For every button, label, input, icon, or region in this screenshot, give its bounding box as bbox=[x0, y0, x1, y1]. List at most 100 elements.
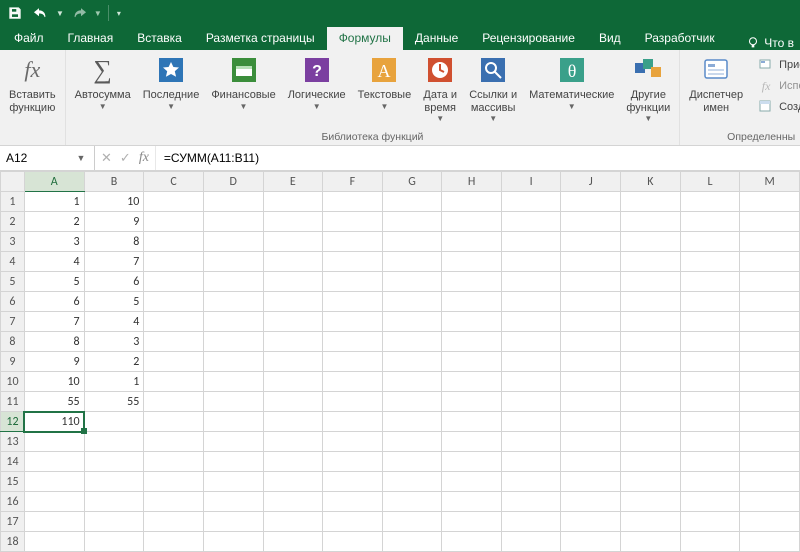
enter-icon[interactable]: ✓ bbox=[120, 150, 131, 166]
cell[interactable] bbox=[323, 372, 383, 392]
cell[interactable] bbox=[203, 452, 263, 472]
cell[interactable] bbox=[501, 452, 561, 472]
cell[interactable]: 5 bbox=[84, 292, 144, 312]
name-box-input[interactable] bbox=[0, 148, 72, 168]
row-header[interactable]: 1 bbox=[1, 192, 25, 212]
row-header[interactable]: 13 bbox=[1, 432, 25, 452]
cell[interactable] bbox=[382, 512, 442, 532]
cell[interactable] bbox=[144, 292, 204, 312]
cell[interactable] bbox=[84, 512, 144, 532]
cell[interactable] bbox=[740, 312, 800, 332]
row-header[interactable]: 2 bbox=[1, 212, 25, 232]
more-functions-button[interactable]: Другие функции ▼ bbox=[621, 52, 675, 124]
cell[interactable] bbox=[621, 372, 681, 392]
cell[interactable] bbox=[621, 532, 681, 552]
cell[interactable] bbox=[323, 512, 383, 532]
name-manager-button[interactable]: Диспетчер имен bbox=[684, 52, 748, 116]
cell[interactable]: 7 bbox=[24, 312, 84, 332]
financial-button[interactable]: Финансовые ▼ bbox=[206, 52, 280, 112]
cell[interactable] bbox=[323, 232, 383, 252]
cancel-icon[interactable]: ✕ bbox=[101, 150, 112, 166]
column-header[interactable]: C bbox=[144, 172, 204, 192]
cell[interactable] bbox=[740, 372, 800, 392]
cell[interactable] bbox=[561, 272, 621, 292]
column-header[interactable]: G bbox=[382, 172, 442, 192]
cell[interactable]: 3 bbox=[24, 232, 84, 252]
cell[interactable] bbox=[84, 452, 144, 472]
cell[interactable] bbox=[442, 432, 502, 452]
cell[interactable] bbox=[740, 192, 800, 212]
use-in-formula-button[interactable]: fx Использо bbox=[756, 77, 800, 95]
redo-dropdown-icon[interactable]: ▼ bbox=[94, 9, 102, 18]
cell[interactable] bbox=[740, 292, 800, 312]
cell[interactable] bbox=[442, 372, 502, 392]
cell[interactable] bbox=[680, 252, 740, 272]
cell[interactable]: 8 bbox=[84, 232, 144, 252]
cell[interactable]: 10 bbox=[24, 372, 84, 392]
name-box-dropdown-icon[interactable]: ▼ bbox=[72, 153, 90, 163]
cell[interactable] bbox=[501, 232, 561, 252]
tell-me[interactable]: Что в bbox=[746, 36, 800, 50]
cell[interactable] bbox=[680, 392, 740, 412]
cell[interactable] bbox=[203, 492, 263, 512]
cell[interactable] bbox=[740, 472, 800, 492]
cell[interactable] bbox=[382, 392, 442, 412]
cell[interactable] bbox=[561, 372, 621, 392]
cell[interactable] bbox=[561, 472, 621, 492]
cell[interactable] bbox=[501, 292, 561, 312]
cell[interactable] bbox=[442, 352, 502, 372]
cell[interactable] bbox=[382, 212, 442, 232]
cell[interactable] bbox=[621, 472, 681, 492]
cell[interactable] bbox=[501, 372, 561, 392]
cell[interactable] bbox=[561, 512, 621, 532]
tab-file[interactable]: Файл bbox=[2, 27, 56, 50]
cell[interactable] bbox=[442, 232, 502, 252]
cell[interactable] bbox=[740, 412, 800, 432]
cell[interactable] bbox=[382, 532, 442, 552]
row-header[interactable]: 11 bbox=[1, 392, 25, 412]
cell[interactable] bbox=[442, 392, 502, 412]
cell[interactable] bbox=[680, 212, 740, 232]
cell[interactable] bbox=[263, 212, 323, 232]
cell[interactable] bbox=[561, 312, 621, 332]
cell[interactable]: 3 bbox=[84, 332, 144, 352]
cell[interactable] bbox=[263, 232, 323, 252]
cell[interactable] bbox=[680, 332, 740, 352]
cell[interactable] bbox=[740, 252, 800, 272]
cell[interactable] bbox=[561, 212, 621, 232]
cell[interactable]: 55 bbox=[24, 392, 84, 412]
cell[interactable] bbox=[501, 252, 561, 272]
cell[interactable]: 55 bbox=[84, 392, 144, 412]
cell[interactable] bbox=[323, 332, 383, 352]
cell[interactable] bbox=[442, 472, 502, 492]
column-header[interactable]: I bbox=[501, 172, 561, 192]
cell[interactable] bbox=[442, 272, 502, 292]
cell[interactable] bbox=[740, 352, 800, 372]
cell[interactable]: 1 bbox=[24, 192, 84, 212]
cell[interactable] bbox=[621, 432, 681, 452]
cell[interactable] bbox=[323, 432, 383, 452]
logical-button[interactable]: ? Логические ▼ bbox=[283, 52, 351, 112]
date-time-button[interactable]: Дата и время ▼ bbox=[418, 52, 462, 124]
cell[interactable] bbox=[263, 452, 323, 472]
cell[interactable] bbox=[203, 232, 263, 252]
cell[interactable] bbox=[323, 352, 383, 372]
cell[interactable] bbox=[323, 252, 383, 272]
cell[interactable]: 110 bbox=[24, 412, 84, 432]
cell[interactable] bbox=[263, 492, 323, 512]
cell[interactable] bbox=[501, 192, 561, 212]
cell[interactable] bbox=[84, 432, 144, 452]
cell[interactable] bbox=[203, 512, 263, 532]
cell[interactable] bbox=[144, 432, 204, 452]
select-all-corner[interactable] bbox=[1, 172, 25, 192]
cell[interactable] bbox=[621, 412, 681, 432]
cell[interactable] bbox=[680, 272, 740, 292]
cell[interactable] bbox=[442, 512, 502, 532]
cell[interactable] bbox=[263, 292, 323, 312]
cell[interactable] bbox=[621, 212, 681, 232]
cell[interactable] bbox=[740, 212, 800, 232]
row-header[interactable]: 8 bbox=[1, 332, 25, 352]
cell[interactable] bbox=[263, 472, 323, 492]
insert-function-icon[interactable]: fx bbox=[139, 150, 149, 166]
column-header[interactable]: M bbox=[740, 172, 800, 192]
